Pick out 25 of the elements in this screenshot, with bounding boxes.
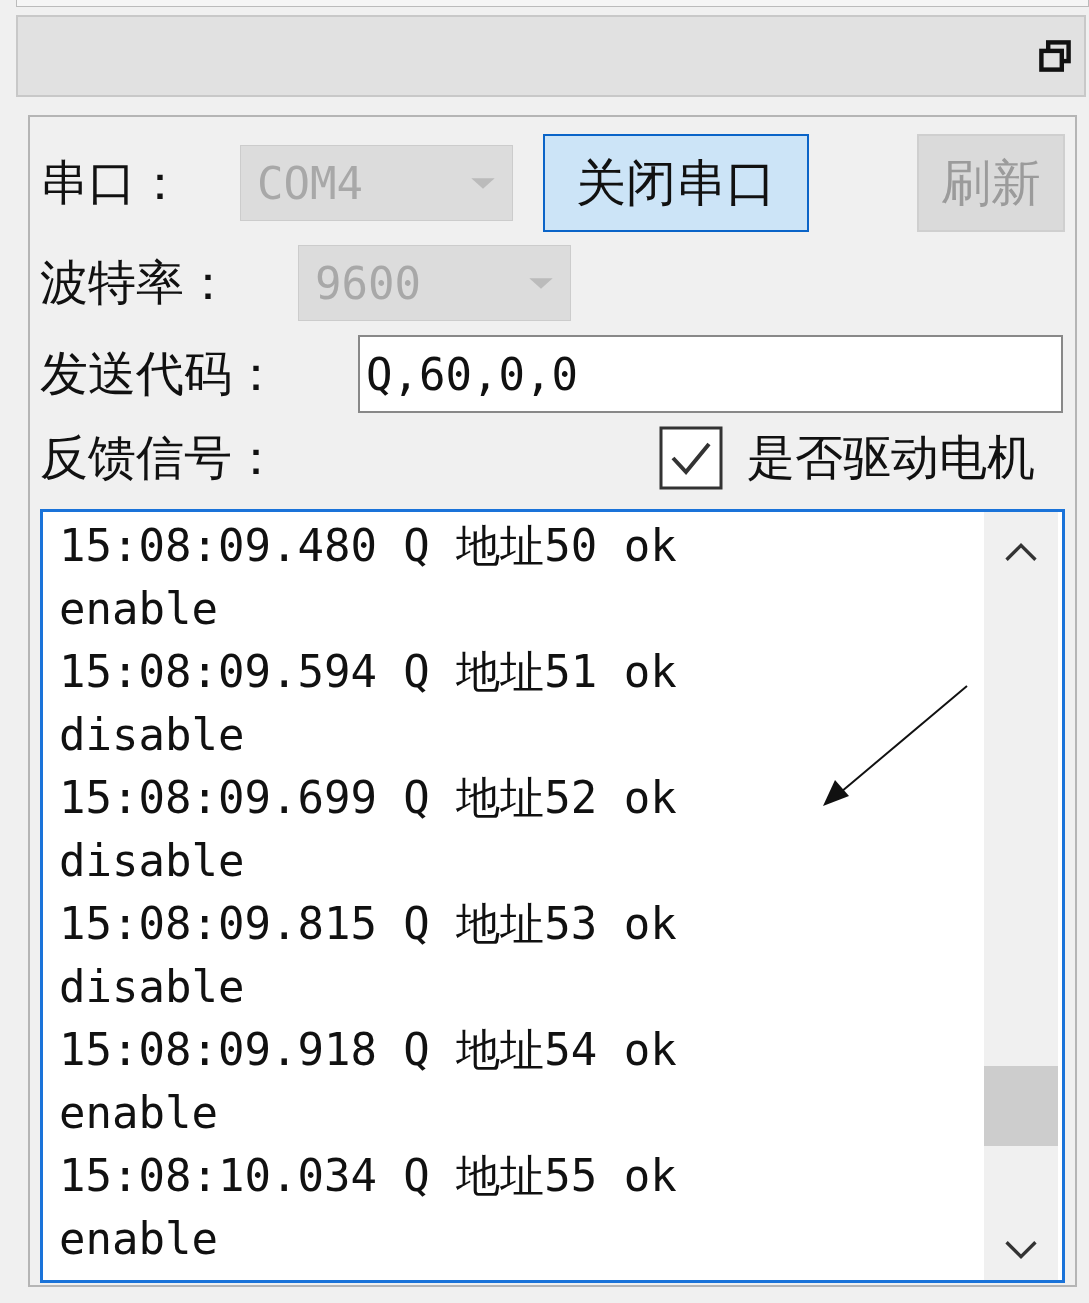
close-port-button[interactable]: 关闭串口 (543, 134, 809, 232)
restore-icon[interactable] (1038, 39, 1072, 73)
log-status: disable (59, 834, 245, 888)
scroll-up-icon[interactable] (1004, 542, 1038, 562)
scroll-thumb[interactable] (984, 1066, 1058, 1146)
log-line: 15:08:09.815 Q 地址53 ok (59, 897, 677, 951)
drive-motor-label: 是否驱动电机 (747, 428, 1035, 487)
feedback-label: 反馈信号： (40, 428, 280, 487)
log-line: 15:08:09.594 Q 地址51 ok (59, 645, 677, 699)
log-status: enable (59, 1086, 218, 1140)
log-status: enable (59, 1212, 218, 1266)
log-line: 15:08:09.480 Q 地址50 ok (59, 519, 677, 573)
log-status: enable (59, 582, 218, 636)
log-status: disable (59, 960, 245, 1014)
port-label: 串口： (40, 153, 185, 212)
log-line: 15:08:09.699 Q 地址52 ok (59, 771, 677, 825)
log-status: disable (59, 708, 245, 762)
send-code-label: 发送代码： (40, 344, 281, 403)
baud-rate-label: 波特率： (40, 253, 233, 312)
log-line: 15:08:10.034 Q 地址55 ok (59, 1149, 677, 1203)
scrollbar[interactable] (984, 512, 1058, 1280)
send-code-field[interactable]: Q,60,0,0 (358, 335, 1063, 413)
checkbox[interactable] (659, 426, 723, 490)
scroll-down-icon[interactable] (1004, 1240, 1038, 1260)
log-line: 15:08:09.918 Q 地址54 ok (59, 1023, 677, 1077)
